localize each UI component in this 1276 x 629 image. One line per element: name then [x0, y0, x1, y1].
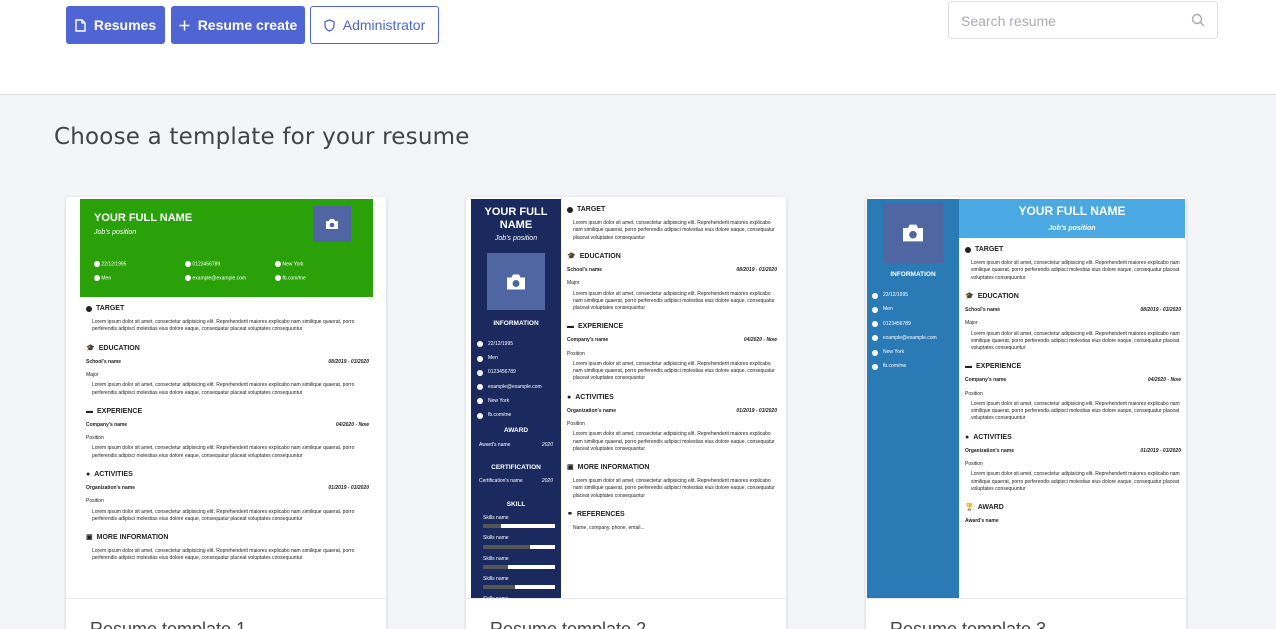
template-card-3[interactable]: INFORMATION 22/12/1995 Men 0123456789 ex…	[866, 197, 1186, 629]
preview-header: YOUR FULL NAME Job's position 22/12/1995…	[80, 199, 373, 297]
skill-bar-fill	[483, 524, 501, 529]
skill-bar	[483, 585, 555, 590]
skill-bar-fill	[483, 564, 509, 569]
template-name: Resume template 1	[90, 619, 247, 629]
skill-bar	[483, 524, 555, 529]
preview-contact: Men	[94, 275, 111, 283]
resume-create-button[interactable]: Resume create	[171, 6, 305, 44]
resume-create-button-label: Resume create	[197, 17, 298, 33]
resumes-button[interactable]: Resumes	[66, 6, 165, 44]
preview-sidebar: INFORMATION 22/12/1995 Men 0123456789 ex…	[867, 199, 959, 599]
card-divider	[866, 598, 1186, 599]
preview-certification-title: CERTIFICATION	[491, 464, 541, 472]
card-divider	[466, 598, 786, 599]
administrator-button-label: Administrator	[342, 17, 426, 33]
preview-skills: Skills name Skills name Skills name Skills …	[471, 515, 561, 599]
template-preview-1: YOUR FULL NAME Job's position 22/12/1995…	[80, 199, 373, 599]
preview-info-title: INFORMATION	[890, 271, 936, 278]
preview-full-name: YOUR FULL NAME	[94, 212, 193, 224]
plus-icon	[179, 20, 190, 30]
template-preview-3: INFORMATION 22/12/1995 Men 0123456789 ex…	[867, 199, 1185, 599]
skill-bar	[483, 564, 555, 569]
template-preview-2: YOUR FULL NAME Job's position INFORMATIO…	[471, 199, 781, 599]
preview-contact: fb.com/me	[275, 275, 306, 283]
photo-placeholder	[313, 206, 351, 242]
camera-icon	[326, 219, 338, 229]
resumes-button-label: Resumes	[93, 17, 157, 33]
skill-bar-fill	[483, 544, 530, 549]
shield-icon	[324, 18, 335, 32]
preview-position: Job's position	[94, 229, 137, 236]
preview-skill-title: SKILL	[506, 500, 526, 508]
search-icon[interactable]	[1191, 13, 1205, 27]
card-divider	[66, 598, 386, 599]
administrator-button[interactable]: Administrator	[310, 6, 439, 44]
template-card-2[interactable]: YOUR FULL NAME Job's position INFORMATIO…	[466, 197, 786, 629]
preview-info-title: INFORMATION	[493, 320, 539, 328]
preview-position: Job's position	[1048, 225, 1096, 233]
document-icon	[75, 18, 86, 32]
preview-position: Job's position	[494, 235, 538, 243]
preview-header: YOUR FULL NAME Job's position	[959, 199, 1185, 238]
camera-icon	[507, 274, 525, 290]
template-name: Resume template 2	[490, 619, 647, 629]
preview-body: TARGET Lorem ipsum dolor sit amet, consec…	[567, 206, 777, 532]
page-title: Choose a template for your resume	[54, 124, 470, 150]
skill-bar	[483, 544, 555, 549]
preview-full-name: YOUR FULL NAME	[484, 206, 548, 231]
top-bar: Resumes Resume create Administrator	[0, 0, 1276, 95]
preview-skill-item: Skills name	[483, 535, 555, 549]
camera-icon	[903, 224, 923, 242]
search-input[interactable]	[961, 10, 1181, 32]
search-box	[948, 1, 1218, 39]
preview-skill-item: Skills name	[483, 576, 555, 590]
preview-skill-item: Skills name	[483, 556, 555, 569]
template-card-1[interactable]: YOUR FULL NAME Job's position 22/12/1995…	[66, 197, 386, 629]
preview-contact: 22/12/1995	[94, 261, 126, 269]
skill-bar-fill	[483, 585, 516, 590]
preview-body: TARGET Lorem ipsum dolor sit amet, consec…	[965, 246, 1181, 525]
photo-placeholder	[487, 253, 545, 311]
template-name: Resume template 3	[890, 619, 1047, 629]
preview-contact: 0123456789	[185, 261, 220, 269]
preview-contact: example@example.com	[185, 275, 246, 283]
preview-contact: New York	[275, 261, 304, 269]
preview-full-name: YOUR FULL NAME	[1018, 204, 1126, 218]
preview-skill-item: Skills name	[483, 515, 555, 529]
preview-body: TARGET Lorem ipsum dolor sit amet, consec…	[86, 305, 369, 562]
preview-award-title: AWARD	[503, 427, 529, 435]
photo-placeholder	[883, 203, 943, 263]
preview-sidebar: YOUR FULL NAME Job's position INFORMATIO…	[471, 199, 561, 599]
